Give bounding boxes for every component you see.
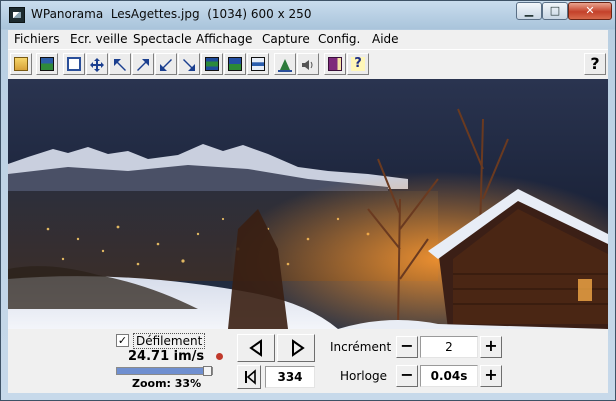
arrow-up-right-button[interactable] <box>132 53 154 75</box>
landscape-image-icon <box>40 57 54 71</box>
panorama-wide-button[interactable] <box>224 53 246 75</box>
plus-icon: + <box>484 365 498 384</box>
minimize-icon: ▁ <box>524 4 534 17</box>
arrow-down-left-button[interactable] <box>155 53 177 75</box>
help-index-button[interactable]: ? <box>347 53 369 75</box>
scroll-label[interactable]: Défilement <box>133 333 206 349</box>
right-triangle-icon <box>292 339 305 357</box>
increment-minus-button[interactable]: − <box>396 336 418 358</box>
menu-fichiers[interactable]: Fichiers <box>14 32 59 46</box>
toolbar: ? ? <box>8 49 608 79</box>
control-panel: ✓ Défilement 24.71 im/s Zoom: 33% 334 In… <box>8 329 608 393</box>
speed-indicator-icon <box>216 353 223 360</box>
arrow-down-left-icon <box>159 57 173 71</box>
speed-readout: 24.71 im/s <box>128 349 205 364</box>
window-title: WPanorama LesAgettes.jpg (1034) 600 x 25… <box>31 7 312 21</box>
help-label: ? <box>590 54 600 73</box>
application-window: WPanorama LesAgettes.jpg (1034) 600 x 25… <box>0 0 616 401</box>
panorama-viewer[interactable] <box>8 79 608 329</box>
panorama-bar-button[interactable] <box>247 53 269 75</box>
clock-label: Horloge <box>340 369 387 383</box>
zoom-label: Zoom: 33% <box>132 377 202 390</box>
frame-position-field[interactable]: 334 <box>265 366 315 388</box>
open-folder-button[interactable] <box>10 53 32 75</box>
help-index-icon: ? <box>351 57 365 71</box>
book-button[interactable] <box>324 53 346 75</box>
go-to-start-button[interactable] <box>237 365 261 389</box>
panorama-bar-icon <box>251 57 265 71</box>
minus-icon: − <box>400 365 414 384</box>
minimize-button[interactable]: ▁ <box>516 2 542 20</box>
menu-bar: Fichiers Ecr. veille Spectacle Affichage… <box>8 30 608 49</box>
open-folder-icon <box>14 57 28 71</box>
panorama-strip-button[interactable] <box>201 53 223 75</box>
clock-value-field[interactable]: 0.04s <box>420 365 478 387</box>
panorama-image <box>8 79 608 329</box>
arrow-up-left-icon <box>113 57 127 71</box>
menu-capture[interactable]: Capture <box>262 32 310 46</box>
increment-plus-button[interactable]: + <box>480 336 502 358</box>
zoom-slider-thumb[interactable] <box>203 366 212 376</box>
zoom-slider-fill <box>117 368 211 374</box>
wpanorama-app-icon[interactable] <box>9 7 25 23</box>
clock-minus-button[interactable]: − <box>396 365 418 387</box>
move-arrows-button[interactable] <box>86 53 108 75</box>
menu-config[interactable]: Config. <box>318 32 360 46</box>
scroll-checkbox[interactable]: ✓ <box>116 334 129 347</box>
title-bar[interactable]: WPanorama LesAgettes.jpg (1034) 600 x 25… <box>1 1 615 29</box>
arrow-down-right-button[interactable] <box>178 53 200 75</box>
zoom-slider[interactable] <box>116 366 213 376</box>
maximize-icon: □ <box>549 4 561 17</box>
scroll-left-button[interactable] <box>237 334 275 362</box>
close-button[interactable]: ✕ <box>568 2 612 20</box>
scroll-right-button[interactable] <box>277 334 315 362</box>
increment-value-field[interactable]: 2 <box>420 336 478 358</box>
pyramid-button[interactable] <box>274 53 296 75</box>
menu-spectacle[interactable]: Spectacle <box>133 32 192 46</box>
panorama-wide-icon <box>228 57 242 71</box>
left-triangle-icon <box>249 339 262 357</box>
menu-affichage[interactable]: Affichage <box>196 32 252 46</box>
book-icon <box>328 57 342 71</box>
close-icon: ✕ <box>585 4 595 17</box>
increment-label: Incrément <box>330 340 392 354</box>
window-button[interactable] <box>63 53 85 75</box>
maximize-button[interactable]: □ <box>542 2 568 20</box>
skip-to-start-icon <box>245 369 256 385</box>
window-icon <box>67 57 81 71</box>
arrow-up-left-button[interactable] <box>109 53 131 75</box>
minus-icon: − <box>400 336 414 355</box>
plus-icon: + <box>484 336 498 355</box>
arrow-up-right-icon <box>136 57 150 71</box>
check-mark-icon: ✓ <box>117 334 128 347</box>
pyramid-icon <box>278 57 292 72</box>
speaker-icon <box>301 57 315 71</box>
move-arrows-icon <box>90 57 104 72</box>
menu-ecr-veille[interactable]: Ecr. veille <box>70 32 128 46</box>
panorama-strip-icon <box>205 57 219 71</box>
arrow-down-right-icon <box>182 57 196 71</box>
landscape-image-button[interactable] <box>36 53 58 75</box>
help-button[interactable]: ? <box>584 53 606 75</box>
menu-aide[interactable]: Aide <box>372 32 399 46</box>
speaker-button[interactable] <box>297 53 319 75</box>
clock-plus-button[interactable]: + <box>480 365 502 387</box>
